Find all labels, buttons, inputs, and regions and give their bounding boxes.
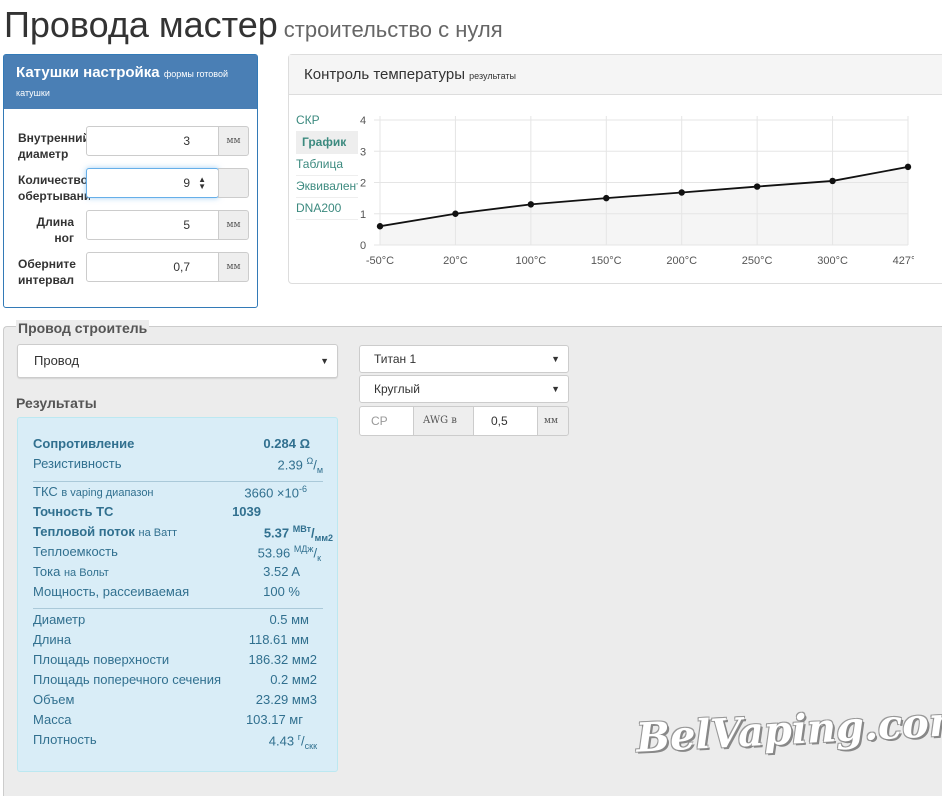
chart-ytick-label: 3 <box>360 146 366 158</box>
temp-panel-header: Контроль температуры результаты <box>289 55 942 95</box>
chart-point <box>452 210 459 217</box>
wraps-input[interactable]: 9 ▲ ▼ <box>86 168 219 198</box>
wraps-label: Количествообертываний <box>18 173 90 203</box>
chart-point <box>904 163 912 171</box>
resistance-row: Сопротивление 0.284 Ω <box>33 436 310 451</box>
leg-length-input[interactable]: 5 <box>86 210 219 240</box>
divider <box>33 608 323 609</box>
resistivity-row: Резистивность 2.39 Ω/м <box>33 456 323 475</box>
page-title: Провода мастер строительство с нуля <box>4 4 503 45</box>
wire-select[interactable]: Провод ▼ <box>17 344 338 378</box>
chart-point <box>829 177 836 185</box>
wrap-spacing-label: Оберните интервал <box>18 257 76 287</box>
wire-diameter-input[interactable]: 0,5 <box>473 406 538 436</box>
volume-row: Объем 23.29 мм3 <box>33 692 317 707</box>
tcr-row: ТКС в vaping диапазон 3660 ×10-6 <box>33 484 307 501</box>
chevron-down-icon: ▼ <box>551 354 560 364</box>
wrap-spacing-input[interactable]: 0,7 <box>86 252 219 282</box>
chart-ytick-label: 1 <box>360 209 366 221</box>
chart-xtick-label: 150°C <box>591 255 622 267</box>
surface-row: Площадь поверхности 186.32 мм2 <box>33 652 317 667</box>
mass-row: Масса 103.17 мг <box>33 712 303 727</box>
material-select[interactable]: Титан 1 ▼ <box>359 345 569 373</box>
cross-section-row: Площадь поперечного сечения 0.2 мм2 <box>33 672 317 687</box>
coil-settings-panel: Катушки настройка формы готовой катушки … <box>3 54 258 308</box>
heat-capacity-row: Теплоемкость 53.96 МДж/к <box>33 544 321 563</box>
chart-point <box>527 201 535 208</box>
wraps-unit <box>218 168 249 198</box>
tab-graph[interactable]: График <box>296 132 358 154</box>
chart-xtick-label: 100°C <box>516 255 547 267</box>
coil-panel-header: Катушки настройка формы готовой катушки <box>4 55 257 109</box>
chart-point <box>376 223 384 230</box>
tab-equivalent[interactable]: Эквивалент <box>296 176 358 198</box>
inner-diameter-label: Внутренний диаметр <box>18 131 90 161</box>
wraps-row: Количествообертываний 9▲▼ <box>4 168 259 203</box>
temp-tabs: СКР График Таблица Эквивалент DNA200 <box>296 110 358 220</box>
inner-diameter-unit: мм <box>218 126 249 156</box>
results-title: Результаты <box>16 395 97 411</box>
tab-tcr[interactable]: СКР <box>296 110 358 132</box>
density-row: Плотность 4.43 г/скк <box>33 732 317 751</box>
chart-xtick-label: 427°C <box>893 255 914 267</box>
chart-xtick-label: 300°C <box>817 255 848 267</box>
leg-length-row: Длина ног 5 мм <box>4 210 259 245</box>
chart-area <box>380 166 908 245</box>
tc-accuracy-row: Точность ТС 1039 <box>33 504 261 519</box>
temp-panel-title-small: результаты <box>469 71 516 81</box>
tab-table[interactable]: Таблица <box>296 154 358 176</box>
length-row: Длина 118.61 мм <box>33 632 309 647</box>
page-subtitle: строительство с нуля <box>283 17 503 42</box>
awg-label: AWG в <box>413 406 474 436</box>
temperature-chart: 0 1 2 3 4 -50°C 20°C 100°C 150°C 200°C 250°C 300°C 4… <box>360 115 914 267</box>
spinner-icon[interactable]: ▲ ▼ <box>198 176 206 191</box>
wire-builder-title: Провод строитель <box>16 320 150 336</box>
chart-ytick-label: 0 <box>360 240 366 252</box>
wrap-spacing-row: Оберните интервал 0,7 мм <box>4 252 259 287</box>
chart-point <box>603 194 610 202</box>
inner-diameter-row: Внутренний диаметр 3 мм <box>4 126 259 161</box>
heat-flux-row: Тепловой поток на Ватт 5.37 МВт/мм2 <box>33 524 333 543</box>
chart-xtick-label: 200°C <box>666 255 697 267</box>
chart-ytick-label: 2 <box>360 178 366 190</box>
results-panel: Сопротивление 0.284 Ω Резистивность 2.39 Ω… <box>17 417 338 772</box>
chevron-down-icon: ▼ <box>551 384 560 394</box>
current-row: Тока на Вольт 3.52 A <box>33 564 300 579</box>
divider <box>33 481 323 482</box>
leg-length-label: Длина ног <box>36 215 74 245</box>
wire-diameter-unit: мм <box>537 406 569 436</box>
chart-xtick-label: 250°C <box>742 255 773 267</box>
chevron-down-icon: ▼ <box>320 356 329 366</box>
sr-input[interactable]: СР <box>359 406 414 436</box>
shape-select[interactable]: Круглый ▼ <box>359 375 569 403</box>
chart-xtick-label: -50°C <box>366 255 394 267</box>
leg-length-unit: мм <box>218 210 249 240</box>
chart-ytick-label: 4 <box>360 115 366 127</box>
diameter-row: Диаметр 0.5 мм <box>33 612 309 627</box>
chart-point <box>678 189 685 196</box>
wrap-spacing-unit: мм <box>218 252 249 282</box>
coil-panel-title: Катушки настройка <box>16 64 160 81</box>
inner-diameter-input[interactable]: 3 <box>86 126 219 156</box>
temp-panel-title: Контроль температуры <box>304 66 465 83</box>
chart-xtick-label: 20°C <box>443 255 468 267</box>
tab-dna200[interactable]: DNA200 <box>296 198 358 220</box>
chart-point <box>753 183 761 190</box>
power-row: Мощность, рассеиваемая 100 % <box>33 584 300 599</box>
